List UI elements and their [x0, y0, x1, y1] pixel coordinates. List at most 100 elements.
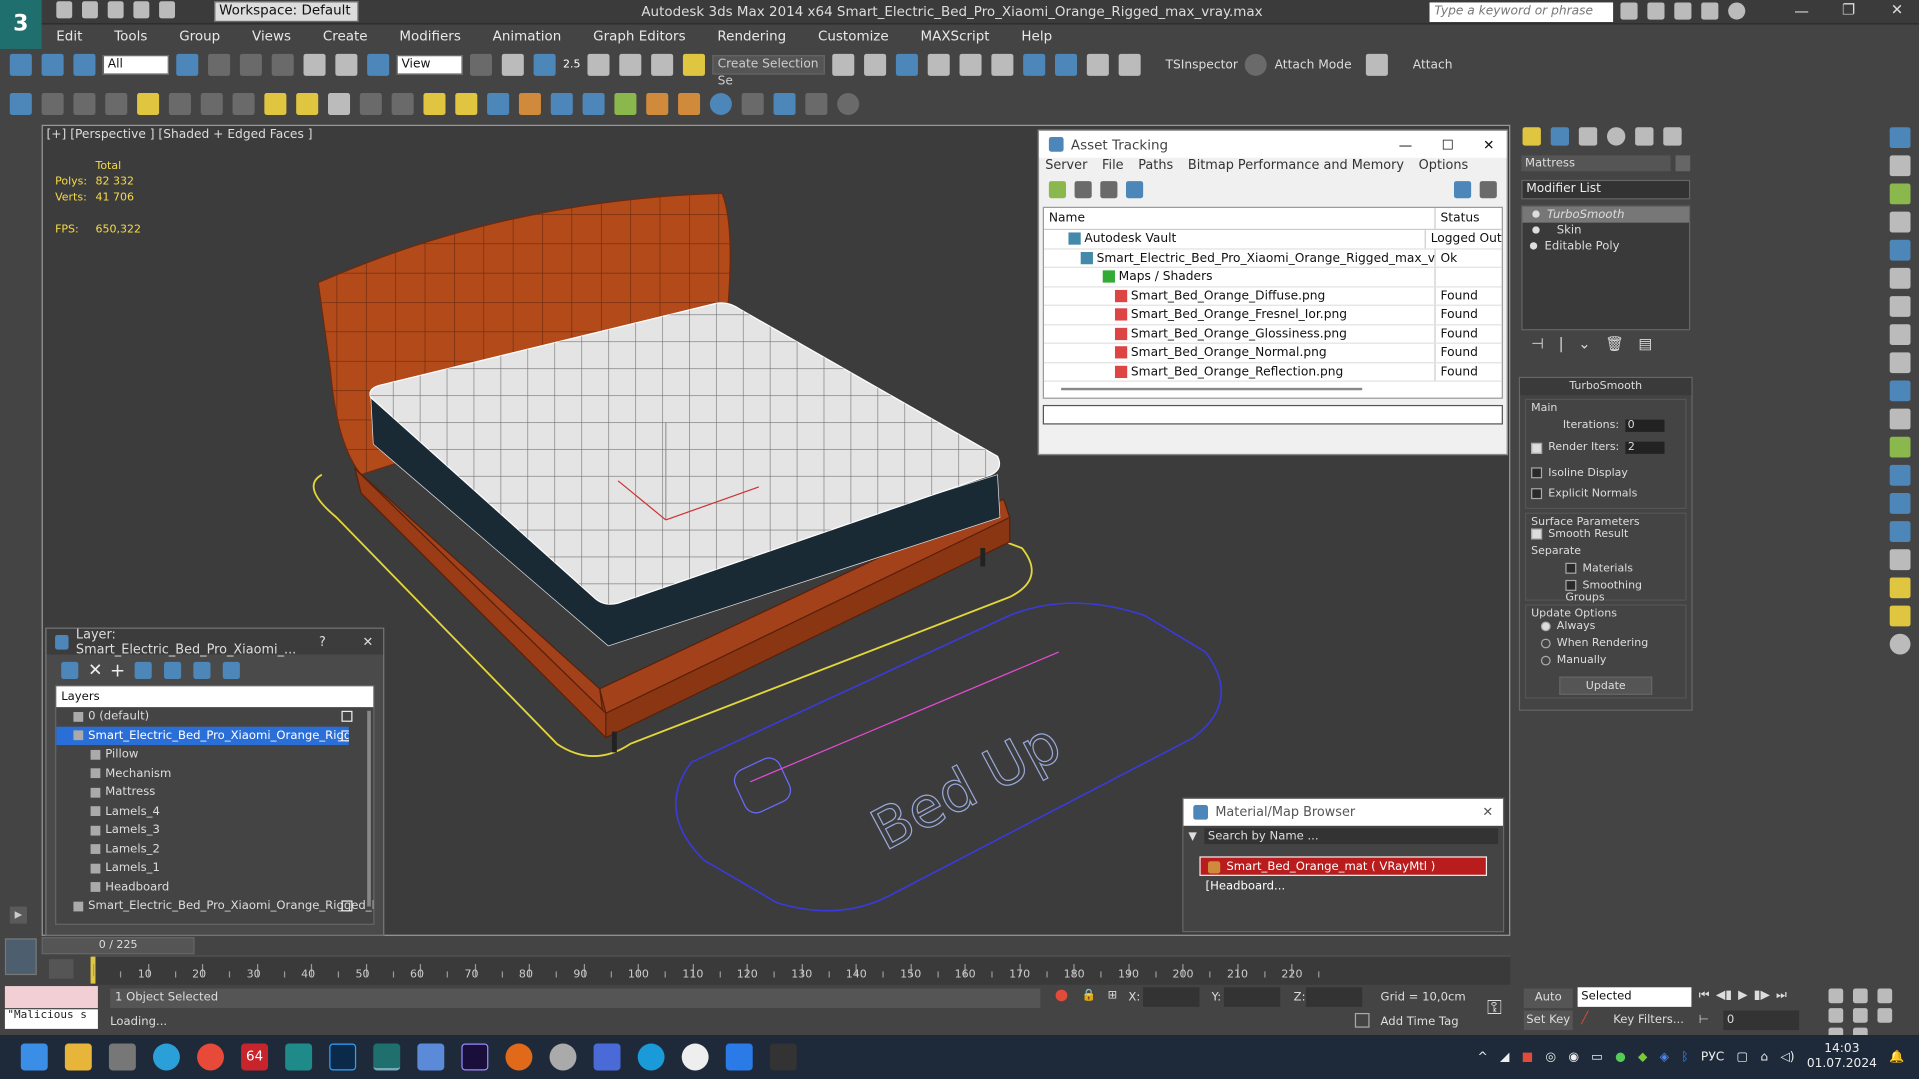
pan-icon[interactable]	[1877, 1008, 1893, 1023]
asset-row[interactable]: Maps / Shaders	[1043, 267, 1502, 287]
freeze-all-icon[interactable]	[223, 661, 241, 679]
edit-named-sel-icon[interactable]	[683, 53, 706, 76]
time-tag-icon[interactable]	[1354, 1012, 1370, 1028]
undo-icon[interactable]	[133, 1, 150, 19]
menu-group[interactable]: Group	[179, 28, 220, 44]
tray-network-icon[interactable]: ⌂	[1760, 1050, 1768, 1063]
clock[interactable]: 14:03 01.07.2024	[1807, 1042, 1877, 1071]
materials-checkbox[interactable]	[1565, 562, 1577, 574]
window-crossing-icon[interactable]	[271, 53, 294, 76]
mirror-icon[interactable]	[832, 53, 855, 76]
select-object-icon[interactable]	[176, 53, 199, 76]
workspace-dropdown[interactable]: Workspace: Default	[214, 1, 359, 23]
selection-lock-icon[interactable]: 🔒	[1082, 989, 1096, 1002]
select-by-name-icon[interactable]	[208, 53, 231, 76]
star-icon[interactable]	[1701, 2, 1719, 20]
key-filters-button[interactable]: Key Filters...	[1606, 1011, 1692, 1031]
create-layer-icon[interactable]	[61, 661, 79, 679]
set-key-button[interactable]: Set Key	[1523, 1010, 1573, 1031]
selection-filter-dropdown[interactable]: All	[102, 55, 169, 75]
status-column-header[interactable]: Status	[1436, 208, 1480, 229]
keyboard-shortcut-icon[interactable]	[533, 53, 556, 76]
rendered-frame-icon[interactable]	[1087, 53, 1110, 76]
layer-row[interactable]: Headboard	[56, 878, 373, 897]
select-manipulate-icon[interactable]	[501, 53, 524, 76]
material-search-input[interactable]: Search by Name ...	[1204, 828, 1499, 845]
key-mode-dropdown[interactable]: Selected	[1577, 987, 1692, 1007]
z-field[interactable]	[1305, 987, 1363, 1007]
play-icon[interactable]: ▶	[1738, 989, 1747, 1002]
sphere-light-icon[interactable]	[328, 92, 351, 115]
zoom-icon[interactable]	[1828, 988, 1844, 1004]
chrome-icon[interactable]	[197, 1043, 224, 1071]
material-editor-icon[interactable]	[1023, 53, 1046, 76]
angle-snap-icon[interactable]	[587, 53, 610, 76]
layer-row[interactable]: Pillow	[56, 745, 373, 764]
rotate-icon[interactable]	[335, 53, 358, 76]
default-tangent-icon[interactable]: ╱	[1581, 1012, 1588, 1025]
pin-stack-icon[interactable]: ⊣	[1531, 335, 1544, 352]
tool-4-icon[interactable]	[1889, 211, 1910, 233]
viewport-layout-toggle[interactable]: ▶	[9, 906, 27, 924]
prev-frame-icon[interactable]: ◀▮	[1716, 989, 1732, 1002]
tool-11-icon[interactable]	[1889, 408, 1910, 430]
object-color-swatch[interactable]	[1675, 155, 1691, 172]
asset-row[interactable]: Smart_Bed_Orange_Reflection.png Found	[1043, 362, 1502, 382]
tray-chevron-icon[interactable]: ^	[1477, 1050, 1487, 1063]
schematic-icon[interactable]	[991, 53, 1014, 76]
tool-13-icon[interactable]	[1889, 464, 1910, 486]
maxscript-listener[interactable]: "Malicious s	[4, 1009, 98, 1029]
tray-nvidia-icon[interactable]: ◆	[1638, 1050, 1647, 1063]
asset-settings-icon[interactable]	[1479, 181, 1497, 199]
smooth-result-checkbox[interactable]	[1531, 528, 1543, 540]
maximize-button[interactable]: ❐	[1842, 1, 1855, 18]
object-name-field[interactable]: Mattress	[1521, 155, 1671, 172]
tool-5-icon[interactable]	[1889, 239, 1910, 261]
material-item[interactable]: Smart_Bed_Orange_mat ( VRayMtl ) [Headbo…	[1199, 856, 1488, 893]
layer-row[interactable]: Smart_Electric_Bed_Pro_Xiaomi_Orange_Rig…	[56, 726, 349, 746]
clipper-icon[interactable]	[614, 92, 637, 115]
menu-maxscript[interactable]: MAXScript	[920, 28, 989, 44]
edge-icon[interactable]	[637, 1043, 665, 1071]
layer-explorer-icon[interactable]	[896, 53, 919, 76]
layer-current-checkbox[interactable]	[341, 729, 349, 741]
ies-icon[interactable]	[359, 92, 382, 115]
track-bar[interactable]: 10 20 30 40 50 60 70 80 90 100 110 120 130 140 150 160 1…	[90, 955, 1511, 985]
store-icon[interactable]	[593, 1043, 621, 1071]
new-icon[interactable]	[56, 1, 73, 19]
question-icon[interactable]	[837, 92, 860, 115]
help-search-input[interactable]: Type a keyword or phrase	[1429, 2, 1614, 23]
language-indicator[interactable]: РУС	[1701, 1050, 1724, 1063]
auto-key-button[interactable]: Auto Key	[1523, 988, 1573, 1024]
start-icon[interactable]	[20, 1043, 48, 1071]
vray-mtl-icon[interactable]	[232, 92, 255, 115]
asset-row[interactable]: Smart_Bed_Orange_Diffuse.png Found	[1043, 286, 1502, 306]
current-frame-field[interactable]: 0	[1723, 1010, 1800, 1031]
tool-18-icon[interactable]	[1889, 605, 1910, 627]
terminal-icon[interactable]	[769, 1043, 797, 1071]
list-icon[interactable]	[73, 92, 96, 115]
scene-converter-icon[interactable]	[741, 92, 764, 115]
list-view-icon[interactable]	[1074, 181, 1092, 199]
turbosmooth-rollout-title[interactable]: TurboSmooth	[1520, 378, 1692, 396]
isolate-icon[interactable]: ⬤	[1055, 989, 1068, 1002]
render-setup-icon[interactable]	[1055, 53, 1078, 76]
percent-snap-icon[interactable]	[619, 53, 642, 76]
asset-menu-bitmap-performance-and-memory[interactable]: Bitmap Performance and Memory	[1188, 158, 1404, 179]
modifier-stack-item[interactable]: Editable Poly	[1523, 239, 1689, 255]
layer-row[interactable]: Mechanism	[56, 764, 373, 783]
tray-red-icon[interactable]: ■	[1522, 1050, 1534, 1063]
asset-maximize-button[interactable]: ☐	[1442, 136, 1454, 152]
render-iters-spinner[interactable]: 2	[1625, 441, 1665, 454]
b-app-icon[interactable]	[725, 1043, 753, 1071]
layer-help-button[interactable]: ?	[319, 634, 326, 649]
rect-selection-icon[interactable]	[239, 53, 262, 76]
app-logo[interactable]: 3	[0, 0, 42, 52]
max-2014-icon[interactable]	[285, 1043, 313, 1071]
asset-menu-server[interactable]: Server	[1045, 158, 1087, 179]
dome-light-icon[interactable]	[296, 92, 319, 115]
explorer-icon[interactable]	[64, 1043, 92, 1071]
layer-row[interactable]: Lamels_1	[56, 859, 373, 878]
tool-14-icon[interactable]	[1889, 493, 1910, 514]
help-globe-icon[interactable]	[709, 92, 732, 115]
